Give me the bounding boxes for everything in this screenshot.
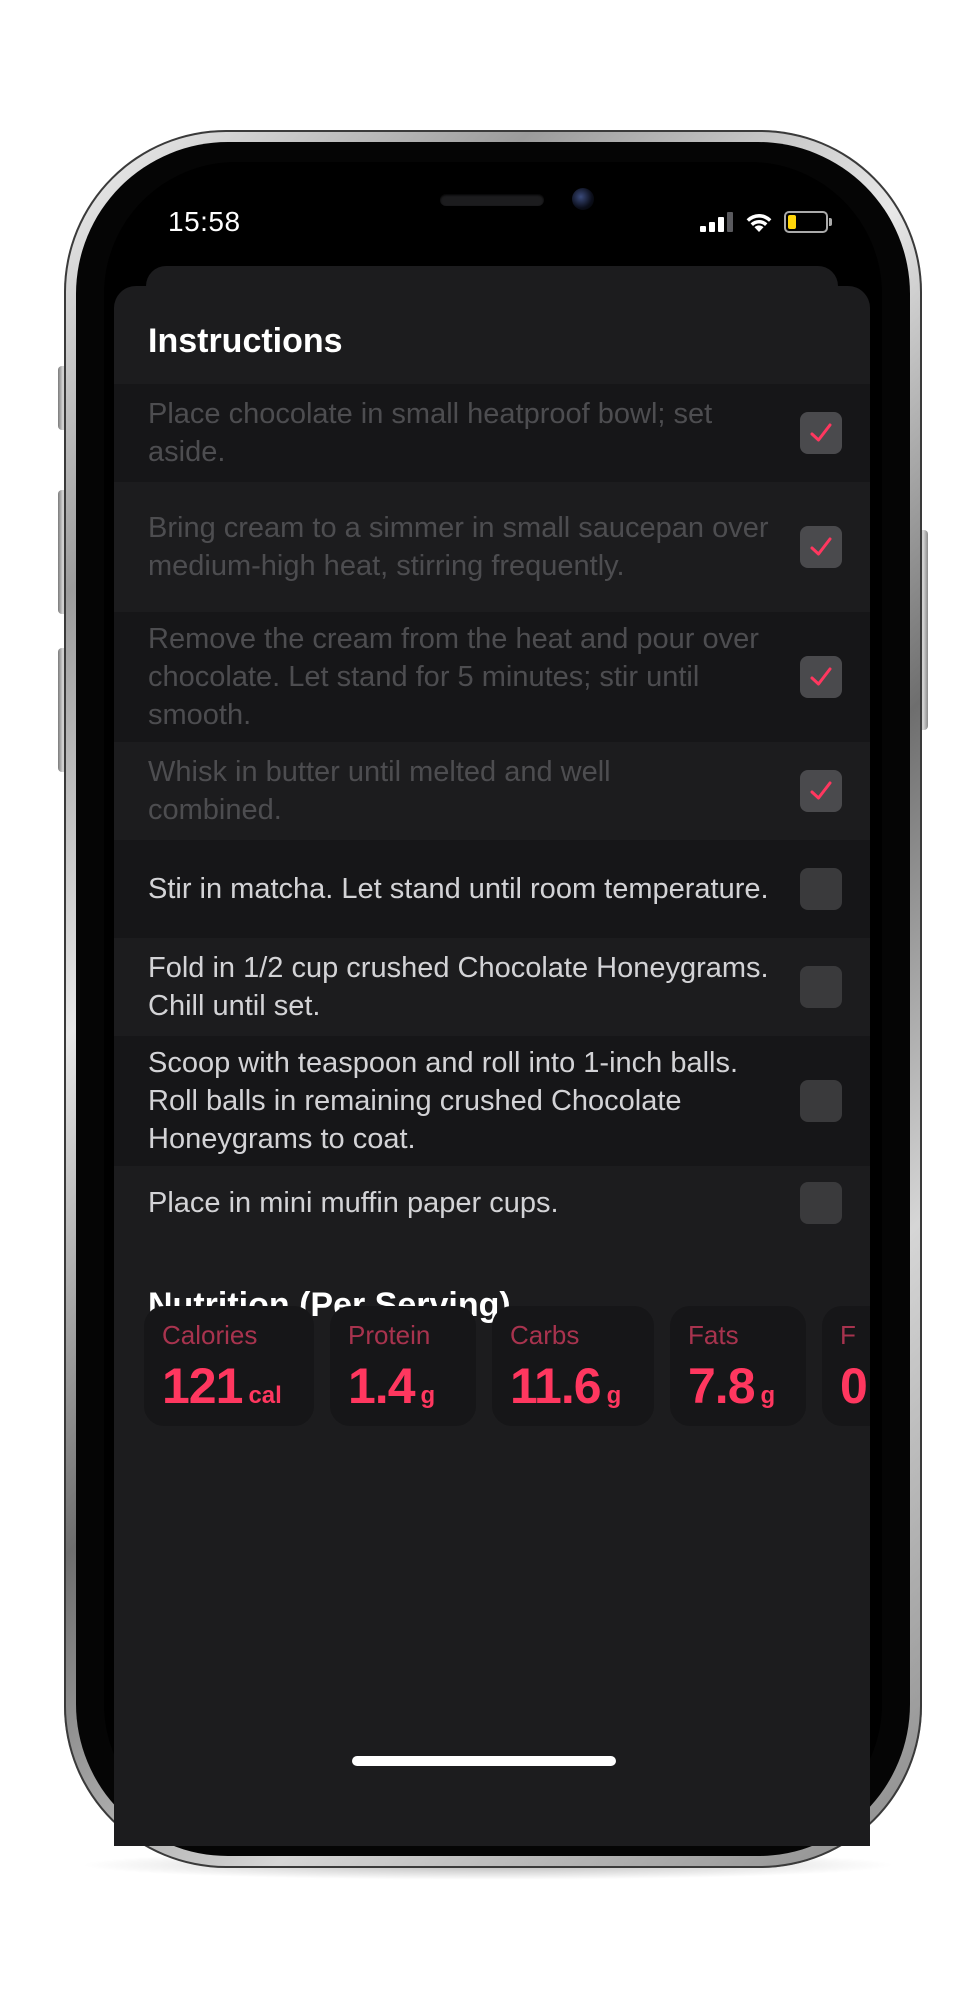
instruction-step-2[interactable]: Bring cream to a simmer in small saucepa… — [114, 482, 870, 612]
battery-level — [788, 215, 796, 229]
instruction-step-8[interactable]: Place in mini muffin paper cups. — [114, 1166, 870, 1240]
step-checkbox[interactable] — [800, 412, 842, 454]
battery-icon — [784, 211, 832, 233]
instruction-step-text: Place in mini muffin paper cups. — [148, 1187, 559, 1219]
checkmark-icon — [810, 423, 832, 442]
checkmark-icon — [810, 667, 832, 686]
instruction-step-text: Stir in matcha. Let stand until room tem… — [148, 873, 769, 905]
instruction-step-text: Scoop with teaspoon and roll into 1-inch… — [148, 1047, 739, 1155]
status-icons — [700, 206, 832, 238]
instruction-step-text: Bring cream to a simmer in small saucepa… — [148, 512, 769, 582]
step-checkbox[interactable] — [800, 526, 842, 568]
checkmark-icon — [810, 781, 832, 800]
instruction-step-text: Fold in 1/2 cup crushed Chocolate Honeyg… — [148, 952, 769, 1022]
nutrition-title: Nutrition (Per Serving) — [148, 1286, 511, 1324]
step-checkbox[interactable] — [800, 656, 842, 698]
earpiece-speaker — [440, 194, 544, 206]
instruction-step-5[interactable]: Stir in matcha. Let stand until room tem… — [114, 840, 870, 938]
checkmark-icon — [810, 537, 832, 556]
instruction-step-text: Whisk in butter until melted and well co… — [148, 756, 611, 826]
step-checkbox[interactable] — [800, 770, 842, 812]
step-checkbox[interactable] — [800, 868, 842, 910]
home-indicator[interactable] — [352, 1756, 616, 1766]
signal-icon — [700, 212, 733, 232]
wifi-icon — [746, 214, 772, 232]
step-checkbox[interactable] — [800, 1080, 842, 1122]
instruction-step-6[interactable]: Fold in 1/2 cup crushed Chocolate Honeyg… — [114, 938, 870, 1036]
front-camera — [572, 188, 594, 210]
instruction-step-3[interactable]: Remove the cream from the heat and pour … — [114, 612, 870, 742]
recipe-sheet: Instructions Place chocolate in small he… — [114, 286, 870, 1846]
instruction-step-7[interactable]: Scoop with teaspoon and roll into 1-inch… — [114, 1036, 870, 1166]
status-time: 15:58 — [168, 206, 241, 237]
instruction-step-text: Remove the cream from the heat and pour … — [148, 623, 759, 731]
step-checkbox[interactable] — [800, 1182, 842, 1224]
instruction-step-1[interactable]: Place chocolate in small heatproof bowl;… — [114, 384, 870, 482]
instruction-step-4[interactable]: Whisk in butter until melted and well co… — [114, 742, 870, 840]
step-checkbox[interactable] — [800, 966, 842, 1008]
instructions-title: Instructions — [148, 322, 343, 360]
instruction-step-text: Place chocolate in small heatproof bowl;… — [148, 398, 713, 468]
